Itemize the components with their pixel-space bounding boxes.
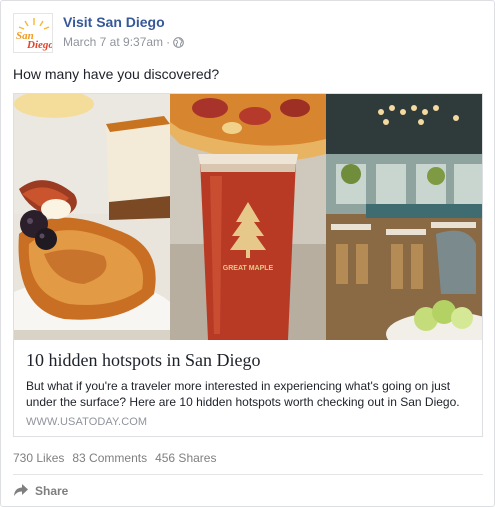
- post-timestamp[interactable]: March 7 at 9:37am: [63, 35, 163, 49]
- visit-san-diego-logo: San Diego: [14, 14, 53, 52]
- bloody-mary-photo[interactable]: GREAT MAPLE: [170, 94, 326, 340]
- post-message: How many have you discovered?: [13, 66, 220, 82]
- facebook-post: San Diego Visit San Diego March 7 at 9:3…: [0, 0, 495, 507]
- link-preview-images[interactable]: GREAT MAPLE: [14, 94, 482, 340]
- comments-count[interactable]: 83 Comments: [72, 451, 147, 465]
- globe-icon[interactable]: [173, 36, 184, 48]
- share-button[interactable]: Share: [13, 482, 68, 500]
- page-name-link[interactable]: Visit San Diego: [63, 14, 165, 30]
- likes-count[interactable]: 730 Likes: [13, 451, 64, 465]
- link-description: But what if you're a traveler more inter…: [26, 379, 460, 409]
- dessert-photo[interactable]: [14, 94, 170, 340]
- meta-separator: ·: [166, 35, 171, 49]
- glass-logo-text: GREAT MAPLE: [223, 265, 274, 272]
- share-label: Share: [35, 484, 69, 498]
- post-stats: 730 Likes 83 Comments 456 Shares: [13, 451, 216, 465]
- svg-text:Diego: Diego: [26, 39, 53, 51]
- restaurant-interior-photo[interactable]: [326, 94, 482, 340]
- link-preview-card[interactable]: GREAT MAPLE 10 hidden hotspots in San Di…: [13, 93, 483, 437]
- link-title[interactable]: 10 hidden hotspots in San Diego: [26, 350, 261, 371]
- action-divider: [13, 474, 483, 475]
- link-domain: WWW.USATODAY.COM: [26, 416, 148, 428]
- share-arrow-icon: [13, 483, 29, 500]
- post-meta: March 7 at 9:37am ·: [63, 35, 184, 49]
- page-avatar[interactable]: San Diego: [13, 13, 53, 53]
- shares-count[interactable]: 456 Shares: [155, 451, 216, 465]
